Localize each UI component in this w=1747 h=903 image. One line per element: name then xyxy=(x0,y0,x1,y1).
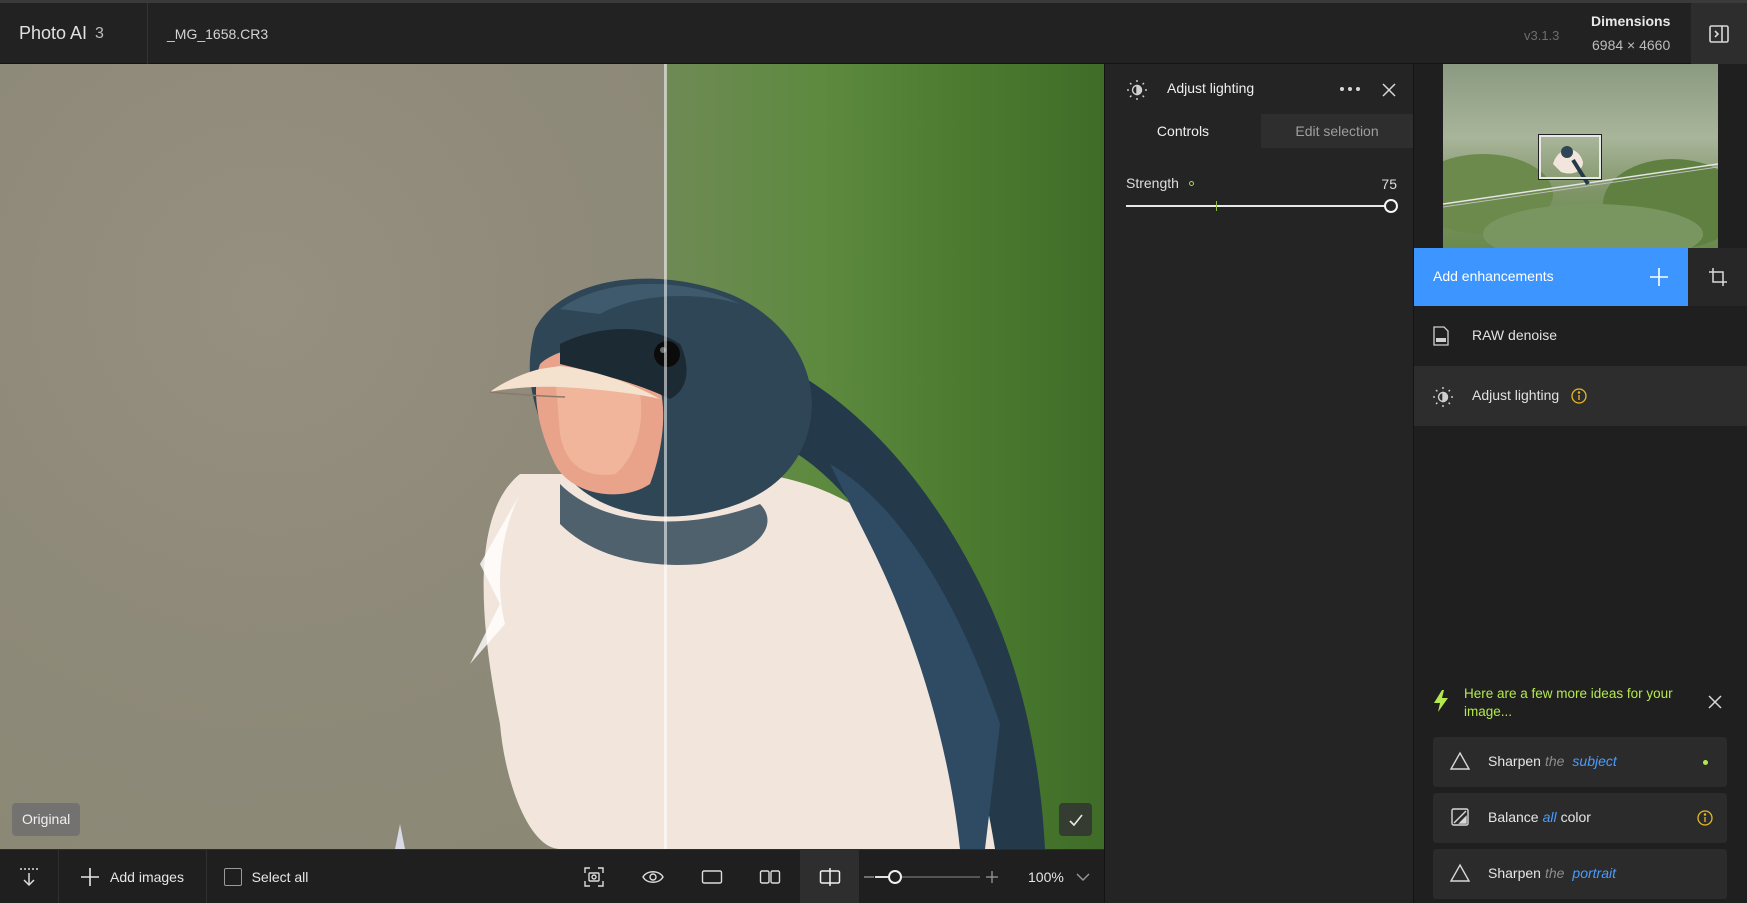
preview-toggle-button[interactable] xyxy=(633,850,673,903)
idea-text: Sharpen the portrait xyxy=(1488,865,1616,881)
status-green-dot xyxy=(1703,760,1708,765)
tab-edit-selection[interactable]: Edit selection xyxy=(1261,114,1413,148)
export-button[interactable] xyxy=(0,850,58,903)
more-options-button[interactable] xyxy=(1337,79,1363,99)
select-all-label: Select all xyxy=(251,869,309,885)
panel-title: Adjust lighting xyxy=(1167,80,1255,96)
single-view-icon xyxy=(701,870,723,884)
strength-slider-knob[interactable] xyxy=(1384,199,1398,213)
idea-sharpen-subject[interactable]: Sharpen the subject xyxy=(1433,737,1727,787)
navigator-thumbnail[interactable] xyxy=(1443,64,1718,248)
top-bar: Photo AI 3 _MG_1658.CR3 v3.1.3 Dimension… xyxy=(0,0,1747,64)
strength-slider-track[interactable] xyxy=(1126,205,1392,207)
strength-default-marker xyxy=(1216,201,1217,211)
panel-header: Adjust lighting xyxy=(1105,64,1413,114)
add-enhancements-label: Add enhancements xyxy=(1433,268,1554,284)
side-by-side-icon xyxy=(759,870,781,884)
enhancement-adjust-lighting[interactable]: Adjust lighting xyxy=(1414,366,1747,426)
info-icon[interactable] xyxy=(1697,810,1713,826)
add-enhancements-button[interactable]: Add enhancements xyxy=(1414,248,1688,306)
zoom-out-button[interactable] xyxy=(862,850,876,903)
zoom-slider-knob[interactable] xyxy=(888,870,902,884)
zoom-level[interactable]: 100% xyxy=(1028,850,1064,903)
export-download-icon xyxy=(20,868,38,887)
close-panel-button[interactable] xyxy=(1379,80,1399,100)
plus-icon xyxy=(81,868,100,886)
ideas-title: Here are a few more ideas for your image… xyxy=(1464,686,1673,719)
enhancement-label: RAW denoise xyxy=(1472,327,1558,343)
dimensions-label: Dimensions xyxy=(1591,13,1671,29)
select-all-checkbox[interactable]: Select all xyxy=(206,850,326,903)
image-canvas[interactable]: Original xyxy=(0,64,1104,849)
raw-file-icon xyxy=(1433,326,1449,346)
preview-snapshot-button[interactable] xyxy=(574,850,614,903)
lightning-icon xyxy=(1434,690,1448,712)
idea-text: Sharpen the subject xyxy=(1488,753,1617,769)
side-by-side-view-button[interactable] xyxy=(750,850,790,903)
close-ideas-button[interactable] xyxy=(1706,693,1724,711)
zoom-dropdown-button[interactable] xyxy=(1073,850,1093,903)
enhancement-label: Adjust lighting xyxy=(1472,387,1560,403)
app-name: Photo AI xyxy=(19,23,88,43)
add-images-label: Add images xyxy=(110,869,184,885)
minus-icon xyxy=(864,876,874,878)
triangle-icon xyxy=(1449,751,1471,770)
apply-check-button[interactable] xyxy=(1059,803,1092,836)
plus-icon xyxy=(986,871,998,883)
enhancement-raw-denoise[interactable]: RAW denoise xyxy=(1414,306,1747,366)
balance-icon xyxy=(1451,808,1469,826)
divider xyxy=(147,3,148,64)
checkbox-box xyxy=(223,868,242,886)
tab-controls[interactable]: Controls xyxy=(1105,114,1261,148)
app-version-badge: 3 xyxy=(95,25,104,42)
bottom-toolbar: Add images Select all 100% xyxy=(0,849,1104,903)
close-icon xyxy=(1708,695,1722,709)
lighting-icon xyxy=(1433,387,1453,407)
add-images-button[interactable]: Add images xyxy=(58,850,206,903)
comparison-split-handle[interactable] xyxy=(664,64,667,849)
modified-indicator-dot xyxy=(1189,181,1194,186)
original-badge: Original xyxy=(12,803,81,836)
navigator-viewport-frame[interactable] xyxy=(1539,135,1601,179)
dimensions-value: 6984 × 4660 xyxy=(1592,37,1671,53)
panel-toggle-button[interactable] xyxy=(1691,3,1747,64)
strength-value[interactable]: 75 xyxy=(1375,176,1397,192)
strength-label: Strength xyxy=(1126,175,1179,191)
checkmark-icon xyxy=(1068,814,1083,826)
bird-photo xyxy=(395,278,1045,849)
chevron-down-icon xyxy=(1076,873,1090,881)
app-build-version: v3.1.3 xyxy=(1524,28,1560,43)
adjust-lighting-panel: Adjust lighting Controls Edit selection … xyxy=(1104,64,1414,903)
eye-icon xyxy=(642,871,664,883)
more-dots-icon xyxy=(1340,87,1360,91)
lighting-icon xyxy=(1127,80,1147,100)
file-name[interactable]: _MG_1658.CR3 xyxy=(167,26,268,42)
enhancements-sidebar: Add enhancements RAW denoise Adjust ligh… xyxy=(1414,64,1747,903)
idea-text: Balance all color xyxy=(1488,809,1591,825)
single-view-button[interactable] xyxy=(692,850,732,903)
idea-balance-color[interactable]: Balance all color xyxy=(1433,793,1727,843)
triangle-icon xyxy=(1449,863,1471,882)
split-view-icon xyxy=(819,868,840,886)
crop-button[interactable] xyxy=(1688,248,1747,306)
idea-sharpen-portrait[interactable]: Sharpen the portrait xyxy=(1433,849,1727,899)
zoom-in-button[interactable] xyxy=(984,850,1000,903)
plus-icon xyxy=(1650,268,1668,286)
close-icon xyxy=(1382,83,1396,97)
split-view-button[interactable] xyxy=(800,850,859,903)
info-icon[interactable] xyxy=(1571,388,1587,404)
crop-icon xyxy=(1708,268,1727,286)
panel-tabs: Controls Edit selection xyxy=(1105,114,1413,148)
panel-toggle-icon xyxy=(1709,24,1729,43)
snapshot-icon xyxy=(584,867,604,887)
